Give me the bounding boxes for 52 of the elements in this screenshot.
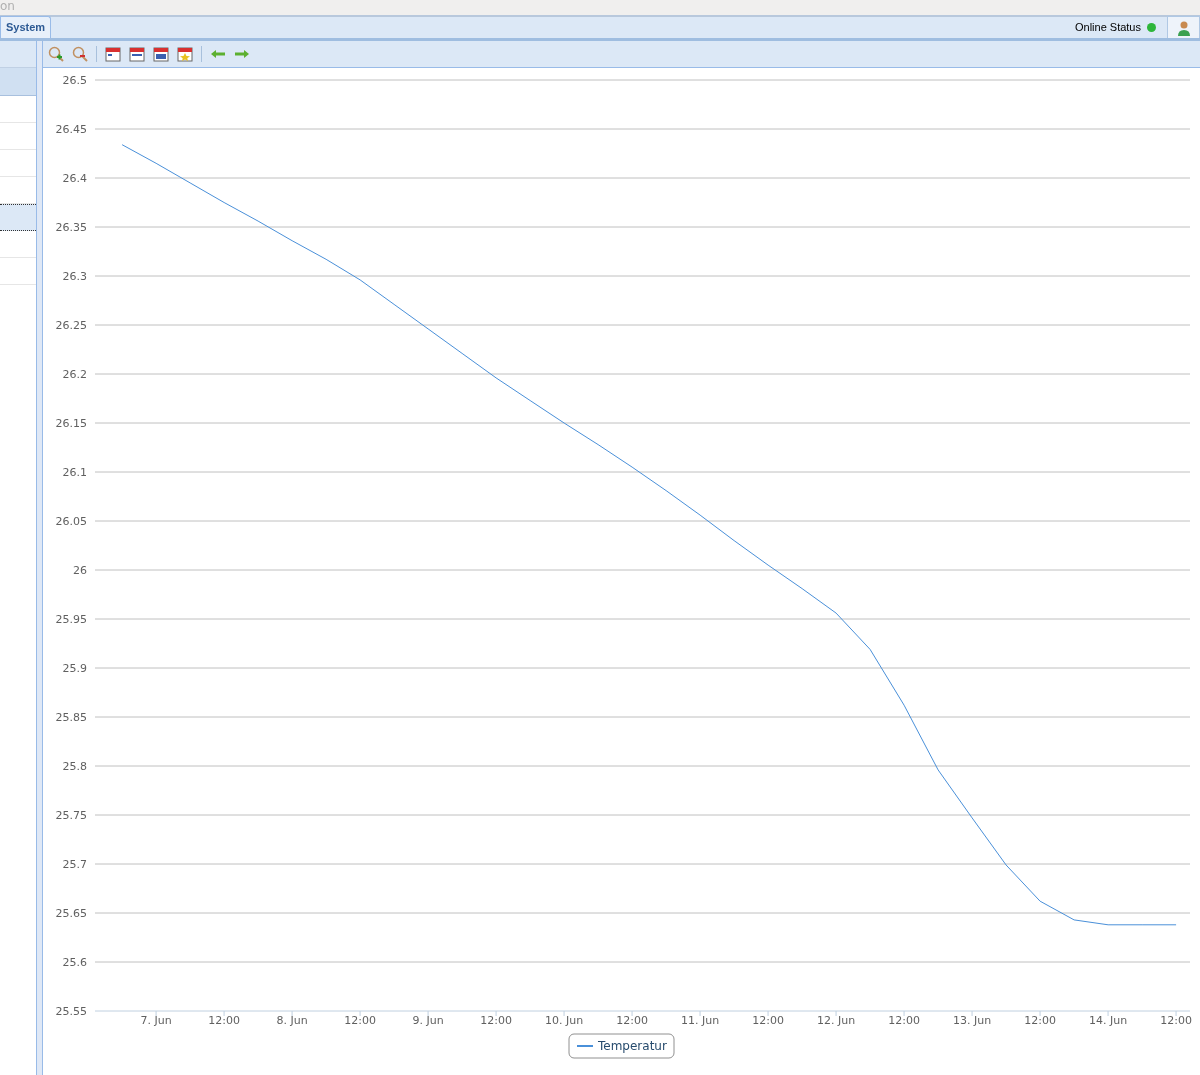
x-tick-label: 12. Jun xyxy=(816,1014,856,1027)
x-tick-label: 12:00 xyxy=(344,1014,376,1027)
legend-item[interactable]: Temperatur xyxy=(568,1033,675,1059)
y-tick-label: 26.2 xyxy=(62,368,87,381)
y-tick-label: 25.6 xyxy=(62,956,87,969)
calendar-icon[interactable] xyxy=(153,46,169,62)
y-tick-label: 25.9 xyxy=(62,662,87,675)
y-tick-label: 25.85 xyxy=(55,711,87,724)
tab[interactable]: System xyxy=(0,16,52,38)
y-tick-label: 26.15 xyxy=(55,417,87,430)
arrow-left-icon[interactable] xyxy=(210,49,226,59)
zoom-out-icon[interactable] xyxy=(72,46,88,62)
status-label: Online Status xyxy=(1074,19,1141,35)
window-title: on xyxy=(0,0,15,12)
legend-label: Temperatur xyxy=(597,1039,667,1053)
x-tick-label: 10. Jun xyxy=(544,1014,584,1027)
x-tick-label: 12:00 xyxy=(1024,1014,1056,1027)
y-tick-label: 25.8 xyxy=(62,760,87,773)
y-tick-label: 25.55 xyxy=(55,1005,87,1018)
y-tick-label: 25.75 xyxy=(55,809,87,822)
y-tick-label: 26.3 xyxy=(62,270,87,283)
calendar-icon[interactable] xyxy=(129,46,145,62)
x-tick-label: 13. Jun xyxy=(952,1014,992,1027)
calendar-icon[interactable] xyxy=(105,46,121,62)
user-icon xyxy=(1176,19,1191,36)
x-tick-label: 11. Jun xyxy=(680,1014,720,1027)
zoom-in-icon[interactable] xyxy=(48,46,64,62)
x-tick-label: 12:00 xyxy=(208,1014,240,1027)
y-tick-label: 26.1 xyxy=(62,466,87,479)
x-tick-label: 12:00 xyxy=(1160,1014,1192,1027)
y-tick-label: 26.4 xyxy=(62,172,87,185)
y-tick-label: 26.25 xyxy=(55,319,87,332)
x-tick-label: 14. Jun xyxy=(1088,1014,1128,1027)
y-tick-label: 26.5 xyxy=(62,74,87,87)
y-tick-label: 25.7 xyxy=(62,858,87,871)
y-tick-label: 26.05 xyxy=(55,515,87,528)
y-tick-label: 26.35 xyxy=(55,221,87,234)
x-tick-label: 12:00 xyxy=(752,1014,784,1027)
x-tick-label: 12:00 xyxy=(616,1014,648,1027)
calendar-icon[interactable] xyxy=(177,46,193,62)
x-tick-label: 12:00 xyxy=(888,1014,920,1027)
x-tick-label: 7. Jun xyxy=(140,1014,172,1027)
x-tick-label: 12:00 xyxy=(480,1014,512,1027)
x-tick-label: 9. Jun xyxy=(412,1014,444,1027)
arrow-right-icon[interactable] xyxy=(234,49,250,59)
x-tick-label: 8. Jun xyxy=(276,1014,308,1027)
y-tick-label: 26 xyxy=(73,564,87,577)
list-row xyxy=(0,68,36,96)
y-tick-label: 25.65 xyxy=(55,907,87,920)
y-tick-label: 26.45 xyxy=(55,123,87,136)
user-button[interactable] xyxy=(1167,16,1200,38)
y-tick-label: 25.95 xyxy=(55,613,87,626)
